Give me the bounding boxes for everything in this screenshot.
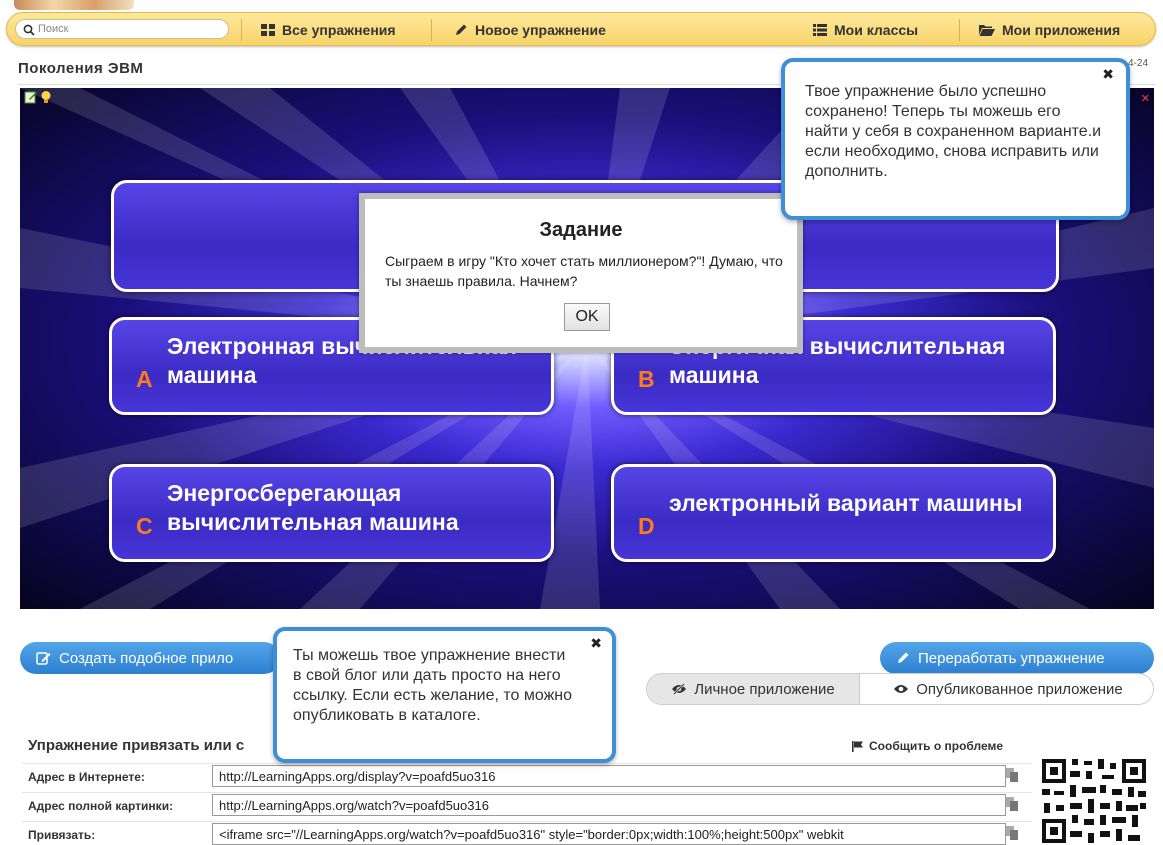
report-problem-label: Сообщить о проблеме bbox=[869, 739, 1004, 753]
embed-row-label: Адрес полной картинки: bbox=[28, 799, 174, 813]
nav-my-apps-label: Мои приложения bbox=[1002, 22, 1121, 38]
embed-tooltip: ✖ Ты можешь твое упражнение внести в сво… bbox=[273, 627, 616, 763]
close-icon[interactable]: ✖ bbox=[1102, 64, 1114, 84]
top-navbar: Поиск Все упражнения Новое упражнение Мо… bbox=[6, 12, 1156, 46]
published-app-label: Опубликованное приложение bbox=[916, 680, 1123, 698]
saved-tooltip-text: Твое упражнение было успешно сохранено! … bbox=[805, 83, 1102, 180]
url-field[interactable]: http://LearningApps.org/display?v=poafd5… bbox=[212, 765, 1006, 787]
embed-row-image: Адрес полной картинки: http://LearningAp… bbox=[22, 792, 1032, 816]
embed-code-field[interactable]: <iframe src="//LearningApps.org/watch?v=… bbox=[212, 823, 1006, 845]
search-placeholder: Поиск bbox=[38, 23, 69, 35]
answer-d[interactable]: D электронный вариант машины bbox=[611, 464, 1056, 562]
embed-row-label: Привязать: bbox=[28, 828, 96, 842]
edit-icon bbox=[36, 652, 51, 665]
divider bbox=[241, 19, 242, 41]
published-app-tab[interactable]: Опубликованное приложение bbox=[861, 674, 1153, 704]
dialog-text: Сыграем в игру "Кто хочет стать миллионе… bbox=[385, 253, 783, 289]
pencil-icon bbox=[898, 652, 909, 663]
nav-new-exercise[interactable]: Новое упражнение bbox=[454, 13, 606, 47]
page-date: 4-24 bbox=[1128, 58, 1149, 69]
visibility-toggle: Личное приложение Опубликованное приложе… bbox=[646, 673, 1154, 705]
nav-my-classes[interactable]: Мои классы bbox=[813, 13, 918, 47]
header-image bbox=[14, 0, 134, 10]
lightbulb-icon[interactable] bbox=[40, 90, 52, 104]
saved-tooltip: ✖ Твое упражнение было успешно сохранено… bbox=[781, 58, 1130, 220]
ok-button[interactable]: OK bbox=[564, 303, 610, 331]
embed-row-url: Адрес в Интернете: http://LearningApps.o… bbox=[22, 763, 1032, 787]
nav-my-classes-label: Мои классы bbox=[834, 22, 919, 38]
nav-all-exercises-label: Все упражнения bbox=[282, 22, 396, 38]
create-similar-label: Создать подобное прило bbox=[59, 649, 234, 667]
private-app-tab[interactable]: Личное приложение bbox=[647, 674, 860, 704]
search-input[interactable]: Поиск bbox=[15, 19, 229, 39]
embed-row-iframe: Привязать: <iframe src="//LearningApps.o… bbox=[22, 821, 1032, 845]
report-problem-link[interactable]: Сообщить о проблеме bbox=[852, 739, 1003, 753]
nav-my-apps[interactable]: Мои приложения bbox=[979, 13, 1120, 47]
answer-text: электронный вариант машины bbox=[669, 490, 1023, 516]
embed-row-label: Адрес в Интернете: bbox=[28, 770, 145, 784]
rework-label: Переработать упражнение bbox=[918, 649, 1105, 667]
list-icon bbox=[813, 24, 827, 36]
eye-slash-icon bbox=[672, 683, 687, 695]
close-icon[interactable]: ✖ bbox=[590, 633, 602, 653]
nav-all-exercises[interactable]: Все упражнения bbox=[261, 13, 396, 47]
pencil-icon bbox=[456, 24, 467, 35]
answer-letter: B bbox=[638, 366, 655, 392]
create-similar-button[interactable]: Создать подобное прило bbox=[20, 642, 280, 674]
copy-icon[interactable] bbox=[1006, 826, 1018, 840]
task-dialog: Задание Сыграем в игру "Кто хочет стать … bbox=[359, 193, 803, 353]
copy-icon[interactable] bbox=[1006, 768, 1018, 782]
dialog-title: Задание bbox=[539, 219, 623, 241]
divider bbox=[431, 19, 432, 41]
fullscreen-icon[interactable]: ✕ bbox=[1141, 92, 1150, 105]
flag-icon bbox=[852, 740, 863, 752]
answer-letter: C bbox=[136, 513, 153, 539]
game-tools bbox=[24, 90, 52, 104]
nav-new-exercise-label: Новое упражнение bbox=[475, 22, 606, 38]
divider bbox=[959, 19, 960, 41]
eye-icon bbox=[894, 685, 909, 693]
page-title: Поколения ЭВМ bbox=[18, 60, 144, 77]
answer-letter: A bbox=[136, 366, 153, 392]
embed-heading: Упражнение привязать или с bbox=[28, 737, 245, 754]
edit-icon[interactable] bbox=[24, 90, 38, 104]
rework-button[interactable]: Переработать упражнение bbox=[880, 642, 1154, 674]
answer-text: Энергосберегающая вычислительная машина bbox=[167, 480, 459, 535]
qr-code bbox=[1040, 757, 1148, 845]
private-app-label: Личное приложение bbox=[694, 680, 835, 698]
embed-tooltip-text: Ты можешь твое упражнение внести в свой … bbox=[293, 647, 573, 724]
copy-icon[interactable] bbox=[1006, 797, 1018, 811]
folder-open-icon bbox=[979, 25, 995, 36]
search-icon bbox=[23, 24, 35, 36]
answer-c[interactable]: C Энергосберегающая вычислительная машин… bbox=[109, 464, 554, 562]
answer-letter: D bbox=[638, 513, 655, 539]
image-url-field[interactable]: http://LearningApps.org/watch?v=poafd5uo… bbox=[212, 794, 1006, 816]
grid-icon bbox=[261, 24, 275, 36]
